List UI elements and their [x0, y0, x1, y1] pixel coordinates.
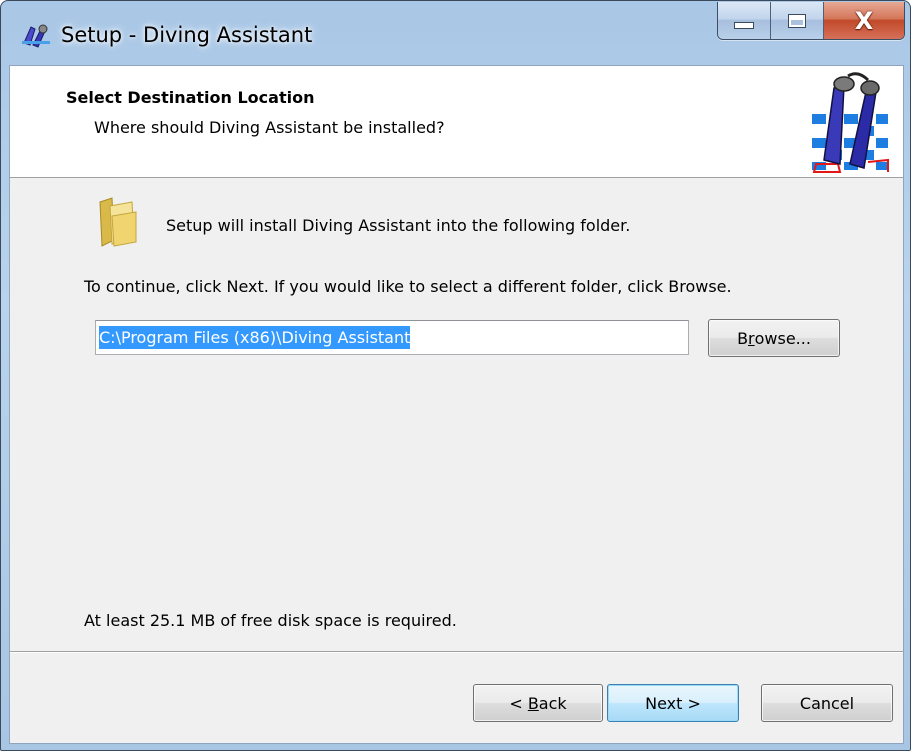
window-controls: X [717, 2, 905, 40]
window-title: Setup - Diving Assistant [61, 23, 313, 47]
back-button[interactable]: < Back [473, 684, 603, 722]
back-label-end: ack [538, 693, 567, 713]
footer-divider [10, 651, 903, 653]
diving-fins-logo [810, 72, 890, 174]
wizard-client-area: Select Destination Location Where should… [9, 65, 904, 744]
wizard-header: Select Destination Location Where should… [10, 66, 903, 178]
diving-fins-icon [22, 24, 50, 48]
page-subtitle: Where should Diving Assistant be install… [94, 118, 445, 137]
destination-path-input[interactable]: C:\Program Files (x86)\Diving Assistant [95, 320, 689, 355]
next-button[interactable]: Next > [607, 684, 739, 722]
browse-accelerator: r [748, 328, 755, 348]
destination-path-value: C:\Program Files (x86)\Diving Assistant [99, 326, 411, 349]
next-label: Next > [645, 693, 701, 713]
browse-label-start: B [737, 328, 749, 348]
title-bar[interactable]: Setup - Diving Assistant X [1, 1, 910, 65]
minimize-icon [734, 22, 754, 29]
install-intro-text: Setup will install Diving Assistant into… [166, 216, 631, 235]
browse-button[interactable]: Br owse... [708, 319, 840, 357]
maximize-button[interactable] [771, 2, 824, 39]
folder-icon [99, 197, 137, 247]
cancel-label: Cancel [799, 693, 855, 713]
instruction-text: To continue, click Next. If you would li… [84, 277, 732, 296]
disk-space-text: At least 25.1 MB of free disk space is r… [84, 611, 457, 630]
close-icon: X [854, 6, 874, 35]
close-button[interactable]: X [824, 2, 904, 39]
cancel-button[interactable]: Cancel [761, 684, 893, 722]
back-label-start: < [509, 693, 528, 713]
back-accelerator: B [527, 693, 539, 713]
setup-window: Setup - Diving Assistant X Select Destin… [0, 0, 911, 751]
maximize-icon [788, 13, 806, 28]
page-title: Select Destination Location [66, 88, 315, 107]
minimize-button[interactable] [718, 2, 771, 39]
browse-label-end: owse... [754, 328, 811, 348]
